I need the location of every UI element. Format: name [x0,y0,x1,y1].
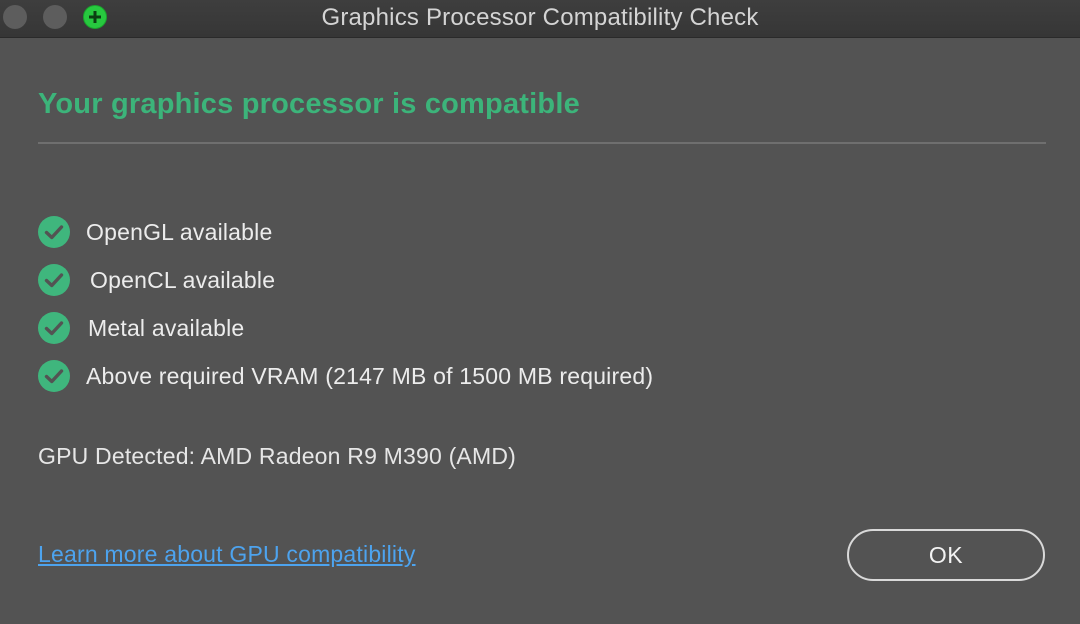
ok-button[interactable]: OK [847,529,1045,581]
compatibility-heading: Your graphics processor is compatible [38,88,580,120]
check-circle-icon [38,360,70,392]
check-item-vram: Above required VRAM (2147 MB of 1500 MB … [38,352,653,400]
title-bar: Graphics Processor Compatibility Check [0,0,1080,38]
check-circle-icon [38,264,70,296]
gpu-detected-text: GPU Detected: AMD Radeon R9 M390 (AMD) [38,443,516,469]
check-circle-icon [38,216,70,248]
check-label: OpenGL available [86,218,273,245]
window-title: Graphics Processor Compatibility Check [321,4,759,31]
check-list: OpenGL available OpenCL available Metal … [38,208,653,400]
check-label: Above required VRAM (2147 MB of 1500 MB … [86,362,654,389]
check-item-metal: Metal available [38,304,653,352]
check-label: Metal available [88,314,245,341]
check-circle-icon [38,312,70,344]
divider [38,142,1046,144]
learn-more-link[interactable]: Learn more about GPU compatibility [38,541,416,568]
check-label: OpenCL available [90,266,276,293]
check-item-opencl: OpenCL available [38,256,653,304]
check-item-opengl: OpenGL available [38,208,653,256]
compatibility-dialog: Graphics Processor Compatibility Check Y… [0,0,1080,624]
